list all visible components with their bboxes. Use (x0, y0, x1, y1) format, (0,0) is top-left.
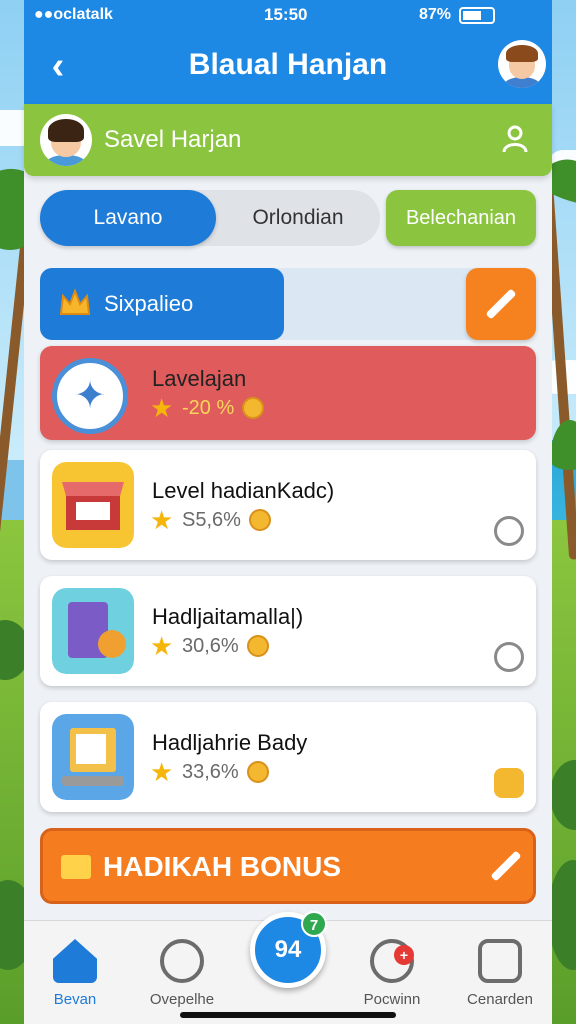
section-label[interactable]: Sixpalieo (40, 268, 284, 340)
nav-label: Bevan (53, 991, 97, 1008)
book-icon (52, 588, 134, 674)
star-icon: ★ (150, 393, 174, 423)
user-bar[interactable]: Savel Harjan (24, 104, 552, 176)
fab-label: 94 (274, 936, 302, 963)
item-value: S5,6% (182, 508, 241, 531)
item-meta: ★ 33,6% (150, 757, 269, 787)
star-icon: ★ (150, 505, 174, 535)
nav-label: Ovepelhe (149, 991, 215, 1008)
nav-label: Pocwinn (363, 991, 421, 1008)
home-icon (53, 939, 97, 983)
item-title: Hadljaitamalla|) (152, 604, 304, 629)
home-outline-icon[interactable] (494, 516, 524, 546)
tab-orlondian[interactable]: Orlondian (216, 190, 380, 246)
app-header: ‹ Blaual Hanjan (24, 32, 552, 104)
item-value: -20 % (182, 396, 235, 419)
pencil-icon (490, 850, 522, 882)
crown-gold-icon[interactable] (494, 768, 524, 798)
coin-icon (248, 509, 271, 531)
section-title: Sixpalieo (104, 291, 194, 316)
tab-belechanian[interactable]: Belechanian (386, 190, 536, 246)
star-icon: ★ (150, 757, 174, 787)
item-meta: ★ 30,6% (150, 631, 269, 661)
coin-icon (246, 761, 269, 783)
clock: 15:50 (264, 5, 308, 24)
cart-icon (52, 714, 134, 800)
home-indicator[interactable] (180, 1012, 396, 1018)
item-value: 30,6% (182, 634, 239, 657)
app-screen: ●●oclatalk 15:50 87% ‹ Blaual Hanjan Sav… (24, 0, 552, 1024)
status-bar: ●●oclatalk 15:50 87% (24, 0, 552, 32)
coin-icon (242, 397, 265, 419)
section-header: Sixpalieo (40, 268, 536, 340)
bonus-edit-button[interactable] (479, 831, 533, 901)
list-item[interactable]: ✦ Lavelajan ★ -20 % (40, 346, 536, 440)
list-item[interactable]: Hadljaitamalla|) ★ 30,6% (40, 576, 536, 686)
nav-label: Cenarden (467, 991, 533, 1008)
star-icon: ★ (150, 631, 174, 661)
user-name: Savel Harjan (104, 126, 242, 153)
crown-icon (59, 288, 91, 315)
profile-avatar[interactable] (498, 40, 546, 88)
item-meta: ★ S5,6% (150, 505, 271, 535)
list-item[interactable]: Level hadianKadc) ★ S5,6% (40, 450, 536, 560)
status-icons: 87% (419, 6, 496, 24)
nav-item-chat[interactable]: + Pocwinn (342, 939, 442, 1008)
page-title: Blaual Hanjan (188, 48, 388, 81)
segment-tabs: Lavano Orlondian (40, 190, 380, 246)
people-icon (160, 939, 204, 983)
item-meta: ★ -20 % (150, 393, 265, 423)
carrier-label: ●●oclatalk (34, 6, 113, 23)
battery-icon (459, 6, 496, 24)
nav-item-settings[interactable]: Cenarden (450, 939, 550, 1008)
item-title: Hadljahrie Bady (152, 730, 308, 755)
nav-item-people[interactable]: Ovepelhe (132, 939, 232, 1008)
battery-percent: 87% (419, 6, 452, 23)
search-icon[interactable] (494, 642, 524, 672)
item-value: 33,6% (182, 760, 239, 783)
person-icon[interactable] (502, 124, 528, 154)
pencil-icon (485, 288, 517, 320)
tab-lavano[interactable]: Lavano (40, 190, 216, 246)
item-title: Level hadianKadc) (152, 478, 335, 503)
bonus-banner[interactable]: HADIKAH BONUS (40, 828, 536, 904)
nav-item-home[interactable]: Bevan (25, 939, 125, 1008)
list-item[interactable]: Hadljahrie Bady ★ 33,6% (40, 702, 536, 812)
shop-icon (52, 462, 134, 548)
item-title: Lavelajan (152, 366, 247, 391)
fab-badge: 7 (301, 911, 327, 937)
notification-badge: + (394, 945, 414, 965)
star-badge-icon: ✦ (52, 358, 128, 434)
center-fab-button[interactable]: 94 7 (250, 911, 327, 988)
settings-icon (478, 939, 522, 983)
ticket-icon (61, 855, 91, 879)
coin-icon (246, 635, 269, 657)
user-avatar (40, 114, 92, 166)
bonus-label: HADIKAH BONUS (103, 851, 341, 882)
edit-button[interactable] (466, 268, 536, 340)
